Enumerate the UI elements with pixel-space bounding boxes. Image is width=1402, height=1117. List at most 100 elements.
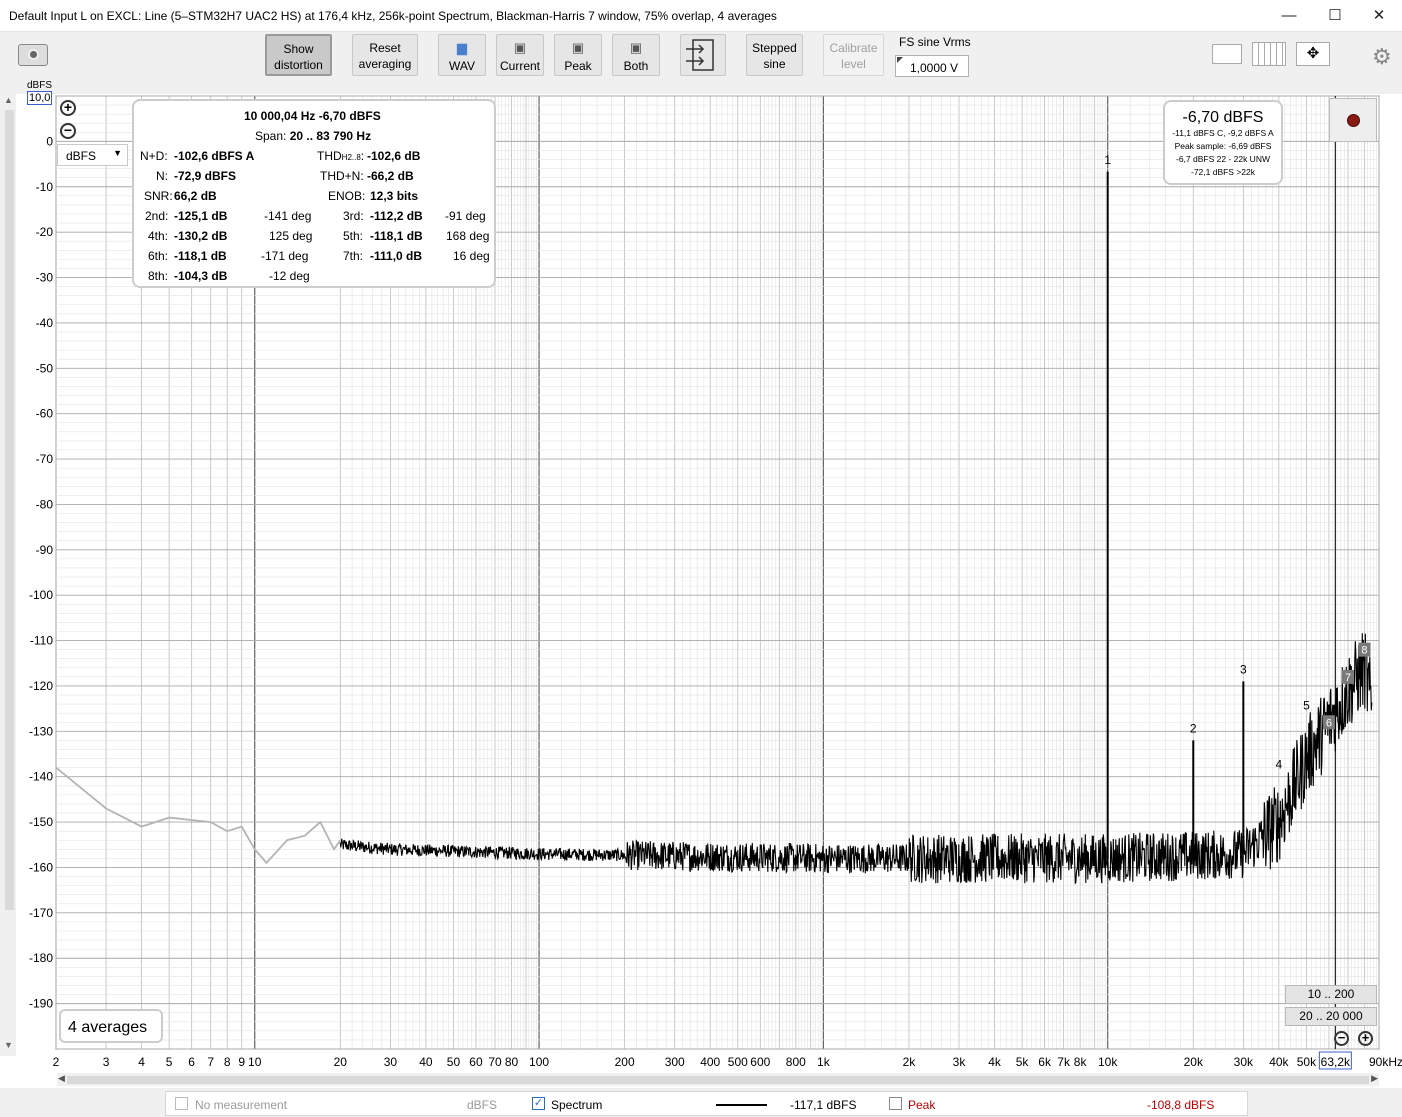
stepped-sine-button[interactable]: Stepped sine [746, 34, 803, 76]
snr-label: SNR: [144, 189, 173, 203]
peak-sample: Peak sample: -6,69 dBFS [1174, 141, 1272, 151]
harmonic-5-label: 5th: [343, 229, 364, 243]
harmonic-4-phase: 125 deg [269, 229, 313, 243]
hscroll-left-icon[interactable]: ◀ [58, 1073, 65, 1084]
x-zoom-out-icon[interactable]: − [1334, 1031, 1349, 1046]
enob-value: 12,3 bits [370, 189, 419, 203]
unit-select[interactable]: dBFS ▼ [57, 144, 128, 166]
y-tick-label: -140 [29, 770, 53, 784]
reset-averaging-label-2: averaging [358, 57, 412, 71]
x-tick-label: 300 [665, 1055, 685, 1069]
harmonic-3-value: -112,2 dB [370, 209, 423, 223]
y-top-value[interactable]: 10,0 [27, 91, 53, 105]
x-tick-label: 30 [384, 1055, 398, 1069]
x-tick-label: 4 [138, 1055, 145, 1069]
thd-label: THDH2..8: [317, 149, 364, 163]
minimize-button[interactable]: — [1266, 0, 1312, 32]
distortion-readout[interactable]: 10 000,04 Hz -6,70 dBFS Span: 20 .. 83 7… [132, 99, 496, 288]
record-button[interactable] [1329, 98, 1377, 142]
multi-view-icon[interactable] [1252, 42, 1286, 66]
spectrum-checkbox[interactable]: ✓ [532, 1097, 545, 1110]
save-icon: ▣ [513, 40, 527, 55]
fs-sine-input[interactable]: 1,0000 V [895, 55, 969, 77]
import-icon [686, 39, 714, 71]
save-both-button[interactable]: ▣ Both [612, 34, 660, 76]
calibrate-level-button[interactable]: Calibrate level [823, 34, 884, 76]
harmonic-3-phase: -91 deg [445, 209, 486, 223]
x-tick-label: 2k [903, 1055, 917, 1069]
x-tick-label: 800 [786, 1055, 806, 1069]
harmonic-marker-label: 5 [1303, 699, 1310, 713]
y-tick-label: -60 [36, 407, 54, 421]
y-tick-label: -50 [36, 361, 54, 375]
peak-label: Peak [564, 59, 592, 73]
n-label: N: [156, 169, 168, 183]
x-tick-label: 20 [334, 1055, 348, 1069]
horizontal-scrollbar-thumb[interactable] [67, 1076, 1369, 1084]
x-tick-label: 600 [750, 1055, 770, 1069]
y-tick-label: -150 [29, 815, 53, 829]
no-measurement-checkbox[interactable] [175, 1097, 188, 1110]
x-tick-label: 5k [1016, 1055, 1030, 1069]
calibrate-label-2: level [841, 57, 866, 71]
stepped-sine-label-1: Stepped [752, 41, 797, 55]
harmonic-8-phase: -12 deg [269, 269, 310, 283]
reset-averaging-button[interactable]: Reset averaging [352, 34, 418, 76]
legend-bar: No measurement dBFS ✓ Spectrum -117,1 dB… [165, 1091, 1248, 1116]
x-tick-label: 2 [53, 1055, 60, 1069]
save-peak-button[interactable]: ▣ Peak [554, 34, 602, 76]
harmonic-marker-label: 2 [1190, 721, 1197, 735]
save-current-button[interactable]: ▣ Current [496, 34, 544, 76]
close-button[interactable]: ✕ [1356, 0, 1402, 32]
harmonic-5-value: -118,1 dB [370, 229, 423, 243]
thd-label-text: THD [317, 149, 342, 163]
spectrum-value: -117,1 dBFS [790, 1098, 857, 1112]
x-tick-label: 7 [207, 1055, 214, 1069]
checkmark-icon: ✓ [533, 1097, 544, 1109]
wav-button[interactable]: ▆ WAV [438, 34, 486, 76]
peak-above-22k: -72,1 dBFS >22k [1190, 167, 1256, 177]
x-tick-label: 10 [248, 1055, 262, 1069]
y-tick-label: -180 [29, 951, 53, 965]
hscroll-right-icon[interactable]: ▶ [1371, 1073, 1378, 1084]
zoom-in-icon[interactable]: + [60, 100, 76, 116]
horizontal-scrollbar[interactable]: ◀ ▶ [57, 1073, 1379, 1086]
range-20-20000-button[interactable]: 20 .. 20 000 [1285, 1007, 1377, 1026]
maximize-button[interactable]: ☐ [1312, 0, 1358, 32]
camera-icon[interactable] [18, 44, 48, 66]
y-tick-label: -190 [29, 997, 53, 1011]
y-tick-label: -20 [36, 225, 54, 239]
harmonic-6-phase: -171 deg [261, 249, 309, 263]
y-unit-label: dBFS [27, 80, 53, 91]
single-view-icon[interactable] [1212, 44, 1242, 64]
zoom-out-icon[interactable]: − [60, 123, 76, 139]
import-button[interactable] [680, 34, 726, 76]
current-label: Current [499, 59, 540, 73]
harmonic-marker-label: 8 [1361, 645, 1367, 657]
x-zoom-in-icon[interactable]: + [1358, 1031, 1373, 1046]
record-icon [1347, 114, 1360, 127]
harmonic-4-label: 4th: [148, 229, 169, 243]
reset-averaging-label-1: Reset [369, 41, 401, 55]
peak-checkbox[interactable] [889, 1097, 902, 1110]
x-tick-label: 5 [166, 1055, 173, 1069]
harmonic-2-phase: -141 deg [264, 209, 312, 223]
peak-weighted: -11,1 dBFS C, -9,2 dBFS A [1172, 128, 1274, 138]
thdn-value: -66,2 dB [367, 169, 414, 183]
chevron-down-icon: ▼ [113, 148, 122, 158]
thdn-label: THD+N: [320, 169, 364, 183]
x-tick-label: 50k [1297, 1055, 1317, 1069]
x-tick-label: 40k [1269, 1055, 1289, 1069]
y-tick-label: -130 [29, 724, 53, 738]
x-tick-label: 80 [505, 1055, 519, 1069]
stepped-sine-label-2: sine [763, 57, 786, 71]
peak-readout[interactable]: -6,70 dBFS -11,1 dBFS C, -9,2 dBFS A Pea… [1163, 100, 1283, 185]
y-tick-label: -90 [36, 543, 54, 557]
harmonic-marker-label: 1 [1104, 153, 1111, 167]
both-label: Both [623, 59, 649, 73]
gear-icon[interactable]: ⚙ [1372, 44, 1392, 70]
show-distortion-button[interactable]: Show distortion [265, 34, 332, 76]
pan-zoom-icon[interactable]: ✥ [1296, 42, 1330, 66]
range-10-200-button[interactable]: 10 .. 200 [1285, 985, 1377, 1004]
spectrum-label: Spectrum [551, 1098, 603, 1112]
